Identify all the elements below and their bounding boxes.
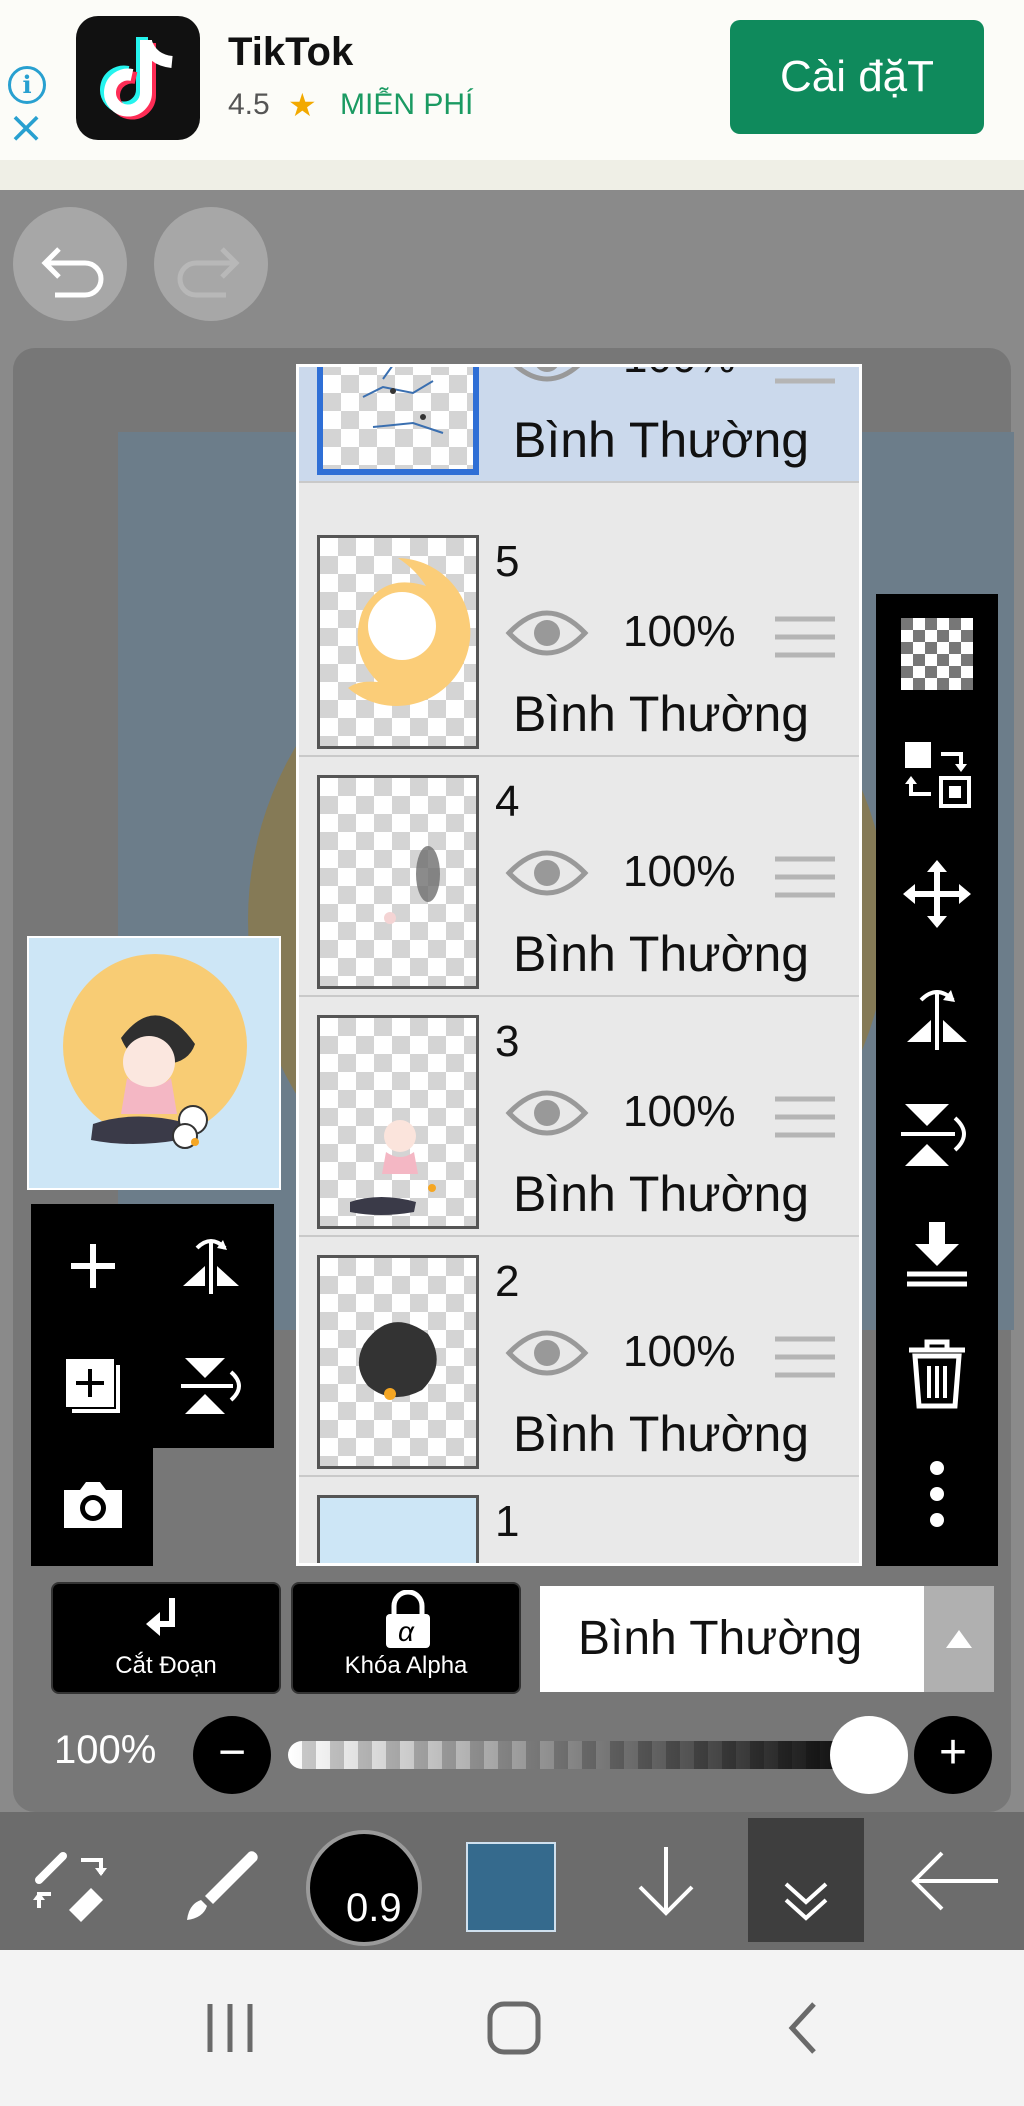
clip-arrow-icon [146,1598,175,1636]
layer-number: 5 [495,537,520,586]
undo-icon [41,247,104,298]
preview-artwork [63,954,247,1149]
flip-horizontal-icon[interactable] [161,1216,261,1316]
eye-icon[interactable] [505,603,589,663]
clipping-button[interactable]: Cắt Đoạn [51,1582,281,1694]
recent-apps-icon[interactable] [200,1998,260,2058]
layer-thumbnail[interactable] [317,367,479,475]
eye-icon[interactable] [505,364,589,389]
brush-icon[interactable] [160,1812,280,1950]
layer-row[interactable]: 5 100% Bình Thường [299,521,859,757]
trash-icon[interactable] [876,1314,998,1434]
undo-button[interactable] [13,207,127,321]
back-arrow-icon[interactable] [896,1812,1016,1950]
tiktok-logo-icon[interactable] [76,16,200,140]
opacity-slider[interactable] [288,1741,882,1769]
opacity-decrease-button[interactable]: − [193,1716,271,1794]
layer-row-selected[interactable]: 100% Bình Thường [299,364,859,483]
arrow-down-icon[interactable] [616,1812,716,1950]
redo-icon [177,247,240,298]
layer-number: 1 [495,1497,520,1546]
redo-button[interactable] [154,207,268,321]
eye-icon[interactable] [505,1083,589,1143]
layer-opacity: 100% [623,607,736,656]
layer-row[interactable]: 3 100% Bình Thường [299,1001,859,1237]
opacity-slider-thumb[interactable] [830,1716,908,1794]
drag-handle-icon[interactable] [773,1093,837,1141]
layer-thumbnail[interactable] [317,535,479,749]
opacity-increase-button[interactable]: + [914,1716,992,1794]
merge-down-icon[interactable] [876,1194,998,1314]
camera-icon[interactable] [43,1454,143,1554]
ad-rating: 4.5 [228,88,270,121]
layer-blend-mode: Bình Thường [513,412,810,468]
layer-opacity: 100% [623,847,736,896]
ad-app-name[interactable]: TikTok [228,30,353,75]
right-toolbar [876,594,998,1566]
install-button[interactable]: Cài đặT [730,20,984,134]
brush-eraser-toggle-icon[interactable] [10,1812,130,1950]
layer-number: 4 [495,777,520,826]
flip-vertical-icon[interactable] [161,1336,261,1436]
double-chevron-down-icon [784,1882,828,1921]
eye-icon[interactable] [505,843,589,903]
system-navigation-bar [0,1950,1024,2106]
layer-blend-mode: Bình Thường [513,1406,810,1462]
canvas-preview[interactable] [27,936,281,1190]
opacity-value: 100% [54,1728,157,1772]
move-icon[interactable] [876,834,998,954]
brush-size-value: 0.9 [346,1886,402,1930]
layer-thumbnail[interactable] [317,775,479,989]
layer-thumbnail[interactable] [317,1015,479,1229]
layer-opacity: 100% [623,367,736,383]
transparency-icon[interactable] [876,594,998,714]
back-icon[interactable] [774,1998,834,2058]
blend-mode-select[interactable]: Bình Thường [540,1586,924,1692]
chevron-up-icon[interactable] [924,1586,994,1692]
layer-row[interactable]: 4 100% Bình Thường [299,761,859,997]
ad-banner[interactable]: i × TikTok 4.5 ★ MIỄN PHÍ Cài đặT [0,0,1024,190]
layer-row[interactable]: 1 [299,1481,859,1563]
drag-handle-icon[interactable] [773,364,837,387]
layer-number: 3 [495,1017,520,1066]
star-icon: ★ [288,87,317,123]
layer-opacity: 100% [623,1087,736,1136]
drag-handle-icon[interactable] [773,1333,837,1381]
layer-blend-mode: Bình Thường [513,686,810,742]
alpha-lock-label: Khóa Alpha [344,1652,468,1679]
color-swatch[interactable] [466,1842,556,1932]
clipping-label: Cắt Đoạn [115,1652,217,1679]
more-icon[interactable] [876,1434,998,1554]
close-icon[interactable]: × [6,106,46,150]
add-layer-icon[interactable] [43,1216,143,1316]
duplicate-layer-icon[interactable] [43,1336,143,1436]
layer-thumbnail[interactable] [317,1255,479,1469]
layer-thumbnail[interactable] [317,1495,479,1563]
home-icon[interactable] [484,1998,544,2058]
layer-blend-mode: Bình Thường [513,1166,810,1222]
layer-row[interactable]: 2 100% Bình Thường [299,1241,859,1477]
ad-price: MIỄN PHÍ [340,88,474,121]
layer-list[interactable]: 100% Bình Thường 5 100% Bình Thường 4 10… [296,364,862,1566]
left-tool-panel [31,1204,274,1448]
collapse-panel-button[interactable] [748,1818,864,1942]
layer-blend-mode: Bình Thường [513,926,810,982]
alpha-symbol: α [398,1616,414,1647]
flip-vertical-icon[interactable] [876,1074,998,1194]
layer-opacity: 100% [623,1327,736,1376]
swap-layer-icon[interactable] [876,714,998,834]
info-icon[interactable]: i [8,66,46,104]
drag-handle-icon[interactable] [773,613,837,661]
left-tool-panel-lower [31,1448,153,1566]
eye-icon[interactable] [505,1323,589,1383]
alpha-lock-button[interactable]: α Khóa Alpha [291,1582,521,1694]
flip-horizontal-icon[interactable] [876,954,998,1074]
layer-number: 2 [495,1257,520,1306]
ad-divider [0,160,1024,190]
drag-handle-icon[interactable] [773,853,837,901]
